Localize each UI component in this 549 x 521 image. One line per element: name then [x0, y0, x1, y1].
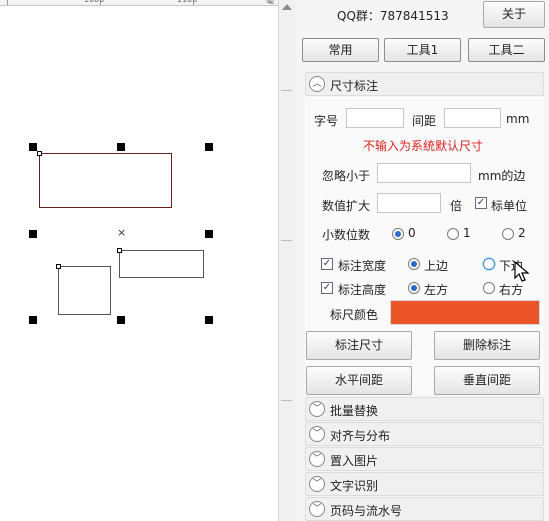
chevron-down-icon[interactable]: ﹀ — [309, 426, 325, 442]
mark-height-checkbox[interactable]: ✓ — [321, 282, 333, 294]
decimal-radio-1[interactable] — [447, 228, 459, 240]
shape-node[interactable] — [117, 248, 122, 253]
section-dimension-title: 尺寸标注 — [330, 79, 379, 93]
scale-label: 数值扩大 — [322, 199, 371, 213]
horizontal-ruler: 1000 1100 毫米 — [0, 0, 278, 6]
rectangle-shape-square[interactable] — [58, 266, 111, 315]
shape-node[interactable] — [56, 264, 61, 269]
spacing-input[interactable] — [444, 108, 501, 128]
chevron-down-icon[interactable]: ﹀ — [309, 401, 325, 417]
section-dimension-header[interactable]: ︿ 尺寸标注 — [305, 72, 544, 96]
unit-mm-label: mm — [506, 112, 530, 126]
chevron-down-icon[interactable]: ﹀ — [309, 451, 325, 467]
chevron-up-icon[interactable]: ︿ — [309, 76, 325, 92]
group-handle-bottom-left[interactable] — [29, 316, 37, 324]
section-text-recognition[interactable]: ﹀ 文字识别 — [305, 472, 544, 496]
decimal-option-1: 1 — [463, 226, 471, 240]
scroll-up-arrow-icon[interactable] — [282, 4, 292, 10]
center-marker-icon[interactable]: × — [117, 226, 126, 239]
section-page-serial[interactable]: ﹀ 页码与流水号 — [305, 497, 544, 521]
decimal-radio-2[interactable] — [502, 228, 514, 240]
tab-common[interactable]: 常用 — [302, 38, 379, 62]
spacing-label: 间距 — [412, 114, 437, 128]
section-align-distribute[interactable]: ﹀ 对齐与分布 — [305, 422, 544, 446]
section-place-image-title: 置入图片 — [330, 454, 379, 468]
font-size-label: 字号 — [314, 114, 339, 128]
decimal-option-0: 0 — [408, 226, 416, 240]
chevron-down-icon[interactable]: ﹀ — [309, 476, 325, 492]
group-handle-top-left[interactable] — [29, 230, 37, 238]
scroll-grip-line — [281, 90, 292, 91]
ruler-color-label: 标尺颜色 — [330, 308, 379, 322]
selection-handle-top-right[interactable] — [205, 143, 213, 151]
mark-size-button[interactable]: 标注尺寸 — [306, 331, 412, 360]
drawing-canvas[interactable]: 1000 1100 毫米 × — [0, 0, 278, 521]
ruler-unit-label: 毫米 — [266, 0, 274, 5]
height-position-left-radio[interactable] — [408, 282, 420, 294]
height-position-left-label: 左方 — [424, 283, 449, 297]
mouse-pointer-icon — [514, 261, 530, 282]
height-position-right-label: 右方 — [499, 283, 524, 297]
show-unit-label: 标单位 — [491, 199, 528, 213]
default-size-warning: 不输入为系统默认尺寸 — [363, 139, 484, 153]
ruler-label-1000: 1000 — [84, 0, 104, 4]
chevron-down-icon[interactable]: ﹀ — [309, 501, 325, 517]
tab-tools2[interactable]: 工具二 — [468, 38, 545, 62]
scale-input[interactable] — [377, 193, 441, 213]
qq-group-label: QQ群：787841513 — [337, 9, 449, 23]
height-position-right-radio[interactable] — [483, 282, 495, 294]
decimal-option-2: 2 — [518, 226, 526, 240]
group-handle-bottom-right[interactable] — [205, 316, 213, 324]
delete-mark-button[interactable]: 删除标注 — [434, 331, 540, 360]
vertical-scrollbar[interactable] — [278, 0, 295, 521]
mark-width-label: 标注宽度 — [338, 259, 387, 273]
tab-tools1[interactable]: 工具1 — [384, 38, 461, 62]
selection-handle-top[interactable] — [117, 143, 125, 151]
ignore-suffix-label: mm的边 — [478, 169, 526, 183]
ruler-color-swatch[interactable] — [390, 300, 540, 325]
rectangle-shape-wide[interactable] — [119, 250, 204, 278]
horizontal-spacing-button[interactable]: 水平间距 — [306, 366, 412, 395]
width-position-top-radio[interactable] — [408, 258, 420, 270]
mark-height-label: 标注高度 — [338, 283, 387, 297]
show-unit-checkbox[interactable]: ✓ — [475, 197, 487, 209]
decimal-places-label: 小数位数 — [322, 228, 371, 242]
section-text-recognition-title: 文字识别 — [330, 479, 379, 493]
section-place-image[interactable]: ﹀ 置入图片 — [305, 447, 544, 471]
ruler-tick — [7, 0, 8, 5]
tools-panel: QQ群：787841513 关于 常用 工具1 工具二 ︿ 尺寸标注 字号 间距… — [295, 0, 549, 521]
decimal-radio-0[interactable] — [392, 228, 404, 240]
ignore-size-input[interactable] — [377, 163, 471, 183]
section-align-distribute-title: 对齐与分布 — [330, 429, 391, 443]
group-handle-top-right[interactable] — [205, 230, 213, 238]
scroll-grip-line — [281, 400, 292, 401]
shape-node[interactable] — [37, 151, 42, 156]
font-size-input[interactable] — [346, 108, 404, 128]
section-batch-replace-title: 批量替换 — [330, 404, 379, 418]
section-batch-replace[interactable]: ﹀ 批量替换 — [305, 397, 544, 421]
width-position-bottom-radio[interactable] — [483, 258, 495, 270]
width-position-top-label: 上边 — [424, 259, 449, 273]
scroll-grip-line — [281, 240, 292, 241]
group-handle-bottom[interactable] — [117, 316, 125, 324]
about-button[interactable]: 关于 — [483, 1, 545, 28]
vertical-spacing-button[interactable]: 垂直间距 — [434, 366, 540, 395]
section-page-serial-title: 页码与流水号 — [330, 504, 403, 518]
rectangle-shape[interactable] — [39, 153, 172, 208]
selection-handle-top-left[interactable] — [29, 143, 37, 151]
ruler-label-1100: 1100 — [177, 0, 197, 4]
mark-width-checkbox[interactable]: ✓ — [321, 258, 333, 270]
scale-suffix-label: 倍 — [450, 199, 463, 213]
ignore-label: 忽略小于 — [322, 169, 371, 183]
